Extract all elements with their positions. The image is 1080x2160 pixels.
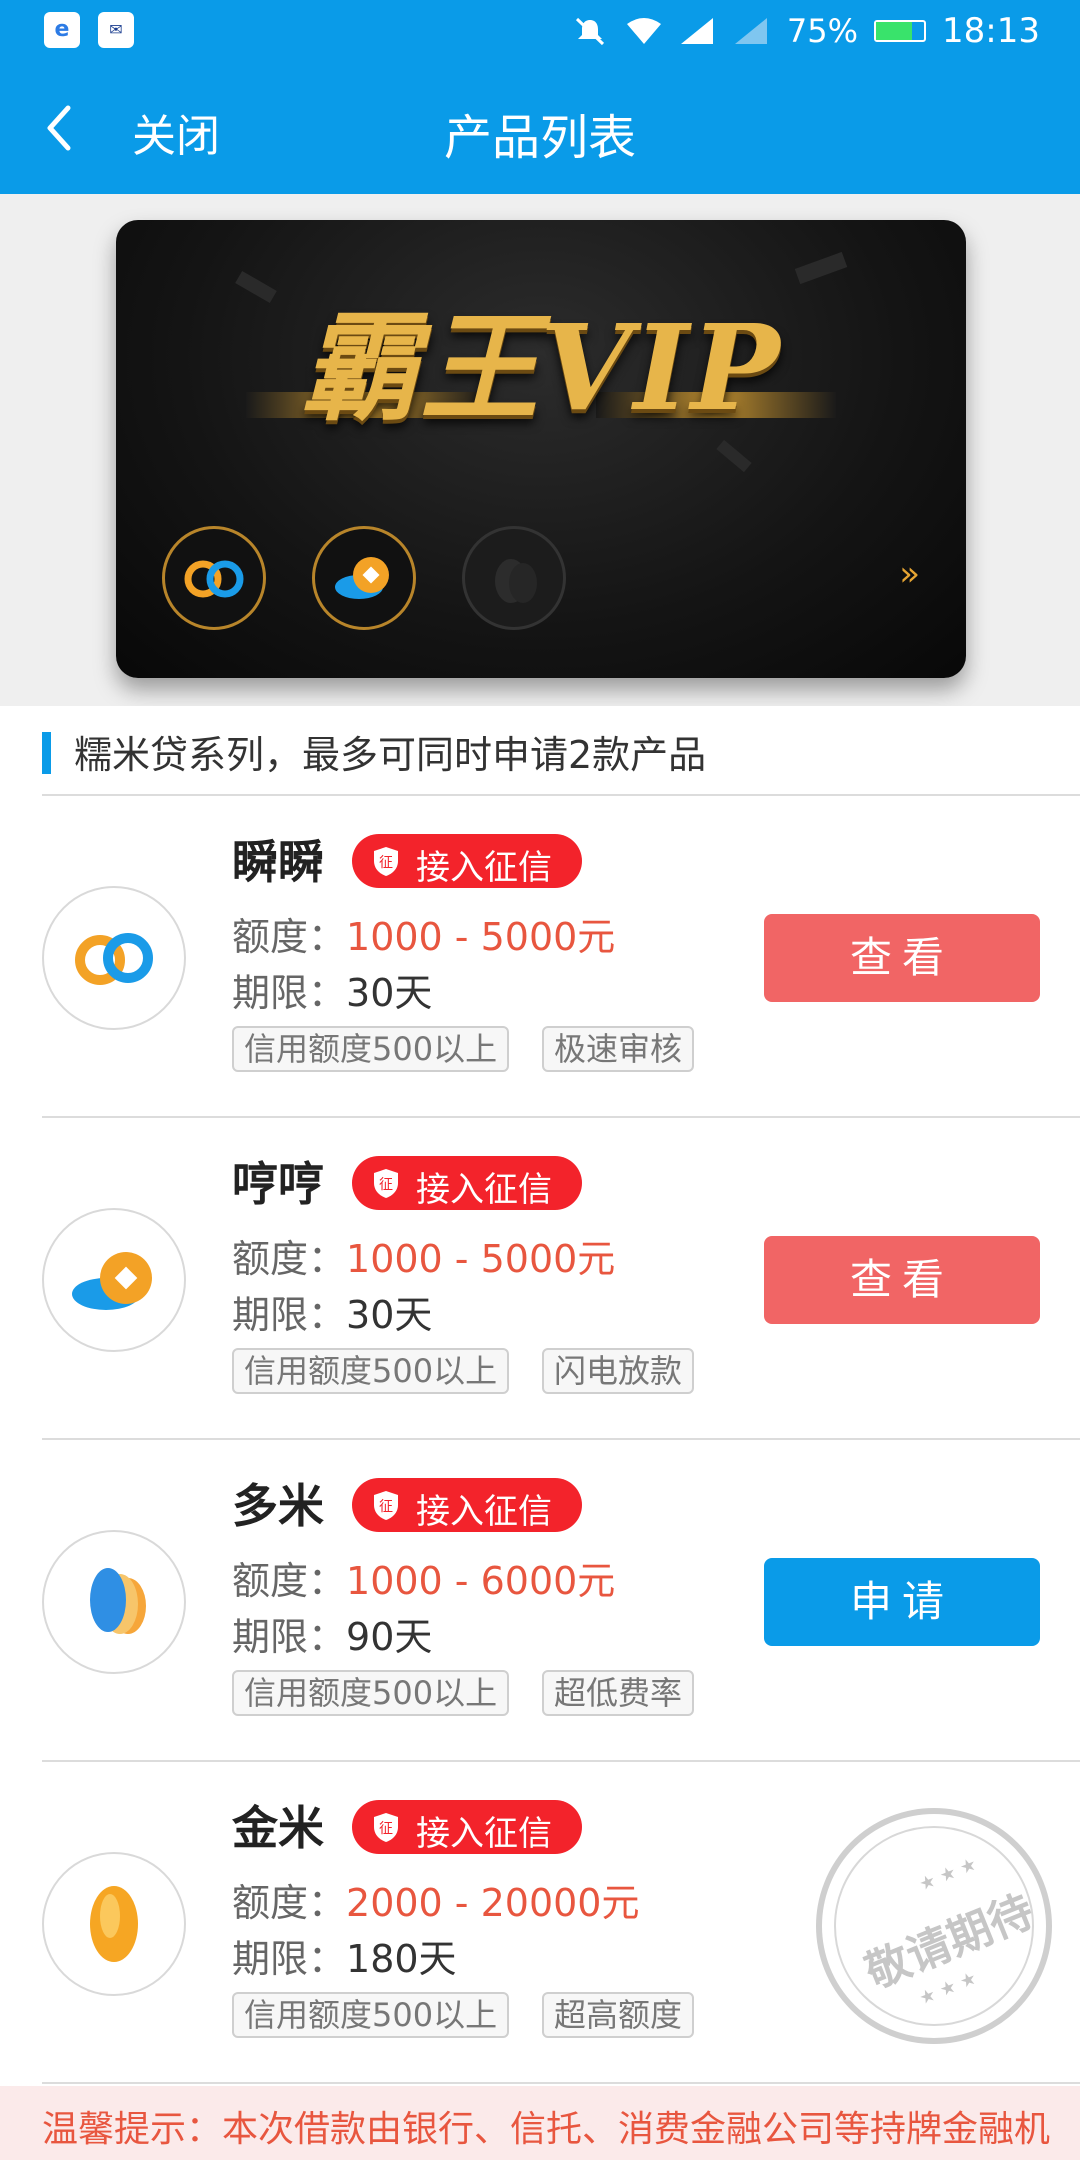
product-tag: 超低费率 — [542, 1670, 695, 1716]
amount-value: 2000 - 20000元 — [346, 1881, 640, 1925]
view-button[interactable]: 查看 — [764, 1236, 1040, 1324]
duomi-logo-icon — [42, 1530, 186, 1674]
amount-value: 1000 - 5000元 — [346, 1237, 616, 1281]
product-tag: 信用额度500以上 — [232, 1026, 510, 1072]
svg-text:征: 征 — [379, 1177, 393, 1193]
svg-text:征: 征 — [379, 855, 393, 871]
notice-bar: 温馨提示：本次借款由银行、信托、消费金融公司等持牌金融机 — [0, 2086, 1080, 2160]
section-header: 糯米贷系列，最多可同时申请2款产品 — [0, 706, 1080, 794]
term-line: 期限：180天 — [232, 1928, 457, 1983]
cell-signal-icon — [680, 18, 713, 44]
amount-label: 额度： — [232, 1559, 347, 1603]
product-name: 哼哼 — [232, 1157, 324, 1211]
credit-badge-label: 接入征信 — [416, 1814, 552, 1854]
term-label: 期限： — [232, 1937, 347, 1981]
term-value: 180天 — [346, 1937, 457, 1981]
hengheng-logo-icon — [42, 1208, 186, 1352]
amount-line: 额度：1000 - 5000元 — [232, 906, 615, 961]
title-bar: 关闭 产品列表 — [0, 62, 1080, 194]
term-label: 期限： — [232, 1615, 347, 1659]
product-name: 金米 — [232, 1801, 324, 1855]
term-label: 期限： — [232, 1293, 347, 1337]
amount-line: 额度：2000 - 20000元 — [232, 1872, 639, 1927]
apply-button[interactable]: 申请 — [764, 1558, 1040, 1646]
product-item[interactable]: 瞬瞬 征 接入征信 额度：1000 - 5000元 期限：30天 信用额度500… — [0, 796, 1080, 1116]
clock: 18:13 — [942, 11, 1040, 51]
banner-title: 霸王VIP — [300, 298, 782, 437]
battery-icon — [874, 20, 927, 42]
jinmi-logo-icon — [42, 1852, 186, 1996]
section-title: 糯米贷系列，最多可同时申请2款产品 — [74, 733, 707, 777]
product-tag: 闪电放款 — [542, 1348, 695, 1394]
term-value: 30天 — [346, 1293, 433, 1337]
credit-badge-label: 接入征信 — [416, 848, 552, 888]
shield-icon: 征 — [374, 1491, 398, 1520]
amount-line: 额度：1000 - 6000元 — [232, 1550, 615, 1605]
shield-icon: 征 — [374, 1813, 398, 1842]
svg-text:征: 征 — [379, 1499, 393, 1515]
term-value: 30天 — [346, 971, 433, 1015]
product-name: 多米 — [232, 1479, 324, 1533]
term-label: 期限： — [232, 971, 347, 1015]
banner-area: 霸王VIP » — [0, 194, 1080, 706]
bank-app-icon: ✉ — [98, 12, 134, 48]
term-value: 90天 — [346, 1615, 433, 1659]
browser-app-icon: e — [44, 12, 80, 48]
shield-icon: 征 — [374, 847, 398, 876]
status-bar: e ✉ 75% 18:13 — [0, 0, 1080, 62]
hengheng-coin-icon — [312, 526, 416, 630]
locked-product-icon — [462, 526, 566, 630]
double-chevron-icon[interactable]: » — [899, 554, 920, 594]
product-tag: 信用额度500以上 — [232, 1348, 510, 1394]
credit-badge-label: 接入征信 — [416, 1492, 552, 1532]
amount-label: 额度： — [232, 1881, 347, 1925]
amount-value: 1000 - 6000元 — [346, 1559, 616, 1603]
product-name: 瞬瞬 — [232, 835, 324, 889]
amount-label: 额度： — [232, 915, 347, 959]
credit-badge: 征 接入征信 — [352, 1156, 582, 1210]
product-tag: 信用额度500以上 — [232, 1992, 510, 2038]
stamp-inner-ring: ★ ★ ★ 敬请期待 ★ ★ ★ — [834, 1826, 1041, 2026]
product-tag: 极速审核 — [542, 1026, 695, 1072]
credit-badge-label: 接入征信 — [416, 1170, 552, 1210]
amount-value: 1000 - 5000元 — [346, 915, 616, 959]
mute-notification-icon — [575, 17, 604, 46]
amount-line: 额度：1000 - 5000元 — [232, 1228, 615, 1283]
notice-text: 温馨提示：本次借款由银行、信托、消费金融公司等持牌金融机 — [42, 2109, 1051, 2150]
battery-percent: 75% — [786, 12, 859, 50]
shunshun-logo-icon — [42, 886, 186, 1030]
product-tag: 信用额度500以上 — [232, 1670, 510, 1716]
view-button[interactable]: 查看 — [764, 914, 1040, 1002]
divider — [42, 2082, 1080, 2084]
credit-badge: 征 接入征信 — [352, 834, 582, 888]
term-line: 期限：30天 — [232, 962, 432, 1017]
banner-decoration — [716, 439, 752, 473]
product-item[interactable]: 哼哼 征 接入征信 额度：1000 - 5000元 期限：30天 信用额度500… — [0, 1118, 1080, 1438]
section-accent-bar — [42, 732, 51, 774]
page-title: 产品列表 — [443, 110, 636, 166]
shield-icon: 征 — [374, 1169, 398, 1198]
cell-signal-2-icon — [734, 18, 767, 44]
wifi-icon — [626, 18, 661, 44]
credit-badge: 征 接入征信 — [352, 1478, 582, 1532]
credit-badge: 征 接入征信 — [352, 1800, 582, 1854]
product-item[interactable]: 多米 征 接入征信 额度：1000 - 6000元 期限：90天 信用额度500… — [0, 1440, 1080, 1760]
vip-banner[interactable]: 霸王VIP » — [116, 220, 966, 678]
shunshun-coin-icon — [162, 526, 266, 630]
product-tag: 超高额度 — [542, 1992, 695, 2038]
status-icons: 75% 18:13 — [571, 0, 1040, 62]
coming-soon-stamp: ★ ★ ★ 敬请期待 ★ ★ ★ — [816, 1808, 1052, 2044]
term-line: 期限：90天 — [232, 1606, 432, 1661]
term-line: 期限：30天 — [232, 1284, 432, 1339]
amount-label: 额度： — [232, 1237, 347, 1281]
svg-text:征: 征 — [379, 1821, 393, 1837]
